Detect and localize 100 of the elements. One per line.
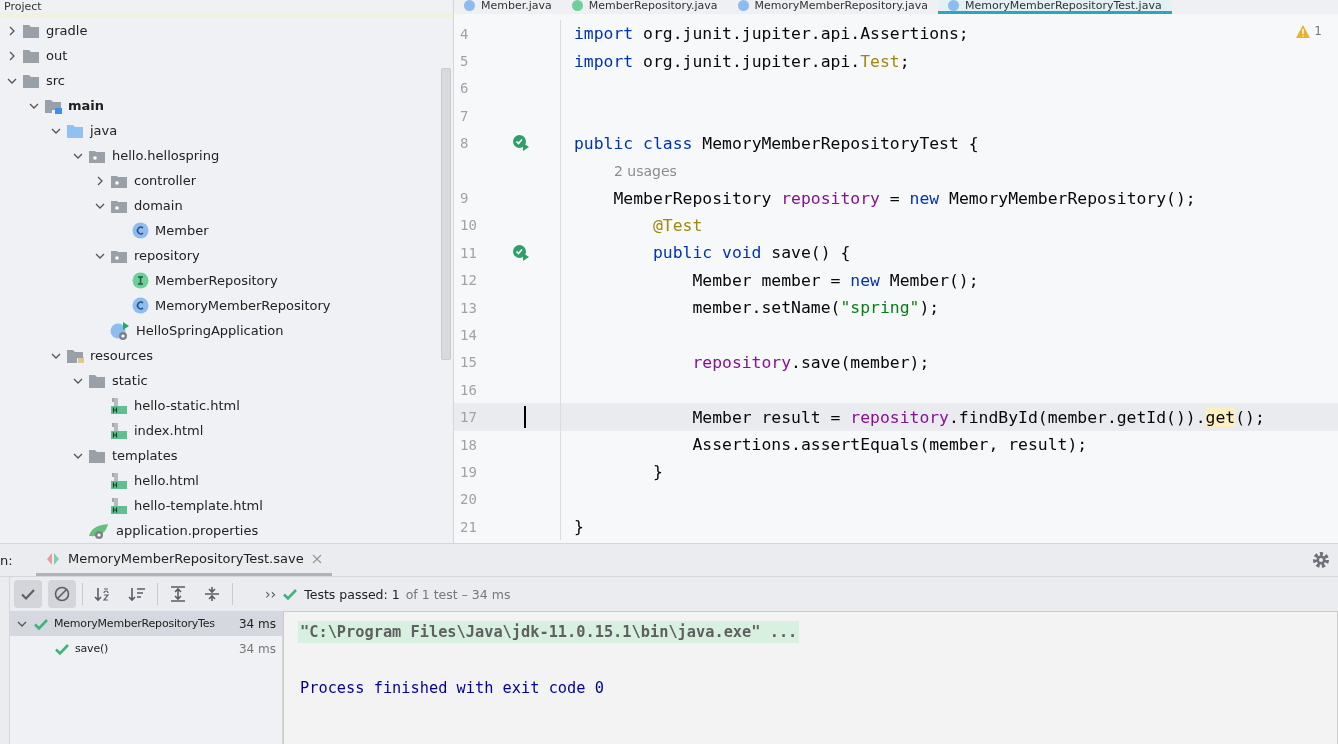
tree-item[interactable]: application.properties [116,523,259,538]
sort-duration-icon [128,586,146,602]
line-number: 5 [459,53,470,70]
test-row[interactable]: MemoryMemberRepositoryTes 34 ms [10,611,282,636]
test-row[interactable]: save() 34 ms [10,636,282,661]
test-split-icon [46,551,60,566]
html-file-icon [110,396,128,415]
line-number: 20 [459,491,478,508]
folder-icon [22,72,40,89]
line-number: 15 [459,354,478,371]
tree-item[interactable]: hello.html [134,473,199,488]
class-icon [737,0,749,11]
line-number: 7 [459,107,470,124]
source-folder-icon [44,97,62,114]
sort-alpha-icon [94,586,112,602]
run-test-icon[interactable] [512,134,530,153]
code-line: member.setName("spring"); [691,298,940,318]
code-line: import org.junit.jupiter.api.Test; [574,51,910,71]
line-number: 19 [459,463,478,480]
code-line: Assertions.assertEquals(member, result); [691,435,1088,455]
collapse-all-icon [203,586,221,602]
code-line: Member member = new Member(); [691,270,979,290]
tests-status: Tests passed: 1 [304,586,400,602]
editor-tab[interactable]: MemoryMemberRepository.java [727,0,938,14]
line-number: 10 [459,217,478,234]
class-icon [947,0,959,11]
tree-item[interactable]: resources [90,348,153,363]
run-test-icon[interactable] [512,243,530,262]
line-number: 12 [459,272,478,289]
more-chevrons[interactable]: ›› [265,586,277,602]
warning-icon [1296,24,1311,38]
tree-item[interactable]: templates [112,448,178,463]
toolbar-button[interactable] [48,580,76,608]
line-number: 6 [459,80,470,97]
tree-item[interactable]: java [90,123,118,138]
folder-icon [66,122,84,139]
folder-icon [88,447,106,464]
tree-item[interactable]: MemoryMemberRepository [155,298,331,313]
html-file-icon [110,471,128,490]
folder-icon [22,22,40,39]
line-number: 11 [459,244,478,261]
tests-summary: of 1 test – 34 ms [405,586,511,602]
tree-item[interactable]: repository [134,248,200,263]
editor-tab[interactable]: Member.java [454,0,562,14]
console-line: Process finished with exit code 0 [299,678,605,699]
class-icon [132,222,149,239]
tree-item[interactable]: index.html [134,423,204,438]
line-number: 14 [459,327,478,343]
line-number: 8 [459,135,470,152]
tree-item[interactable]: hello-static.html [134,398,240,413]
code-line: repository.save(member); [691,352,930,372]
line-number: 21 [459,518,478,535]
tree-item[interactable]: HelloSpringApplication [136,323,284,338]
code-line: MemberRepository repository = new MemoryMemberRepository(); [612,188,1196,208]
tree-item[interactable]: hello-template.html [134,498,263,513]
tree-item[interactable]: main [68,98,105,113]
run-label: n: [0,552,14,568]
settings-icon[interactable] [1312,551,1330,569]
warning-count[interactable]: 1 [1314,24,1322,38]
class-run-icon [110,320,130,341]
code-line: @Test [651,215,703,235]
code-line: import org.junit.jupiter.api.Assertions; [574,24,969,44]
editor-tab[interactable]: MemoryMemberRepositoryTest.java [937,0,1172,14]
class-icon [464,0,475,11]
tree-item[interactable]: Member [155,223,209,238]
scrollbar-thumb[interactable] [441,68,451,360]
code-line: public void save() { [651,243,851,263]
code-line: Member result = repository.findById(member.getId()).get(); [691,407,1265,427]
run-tab[interactable]: MemoryMemberRepositoryTest.save [36,544,332,576]
html-file-icon [110,496,128,515]
toolbar-button[interactable] [14,580,42,608]
code-line: public class MemoryMemberRepositoryTest { [574,133,979,153]
resources-folder-icon [66,347,84,364]
line-number: 18 [459,436,478,453]
folder-icon [88,372,106,389]
text-cursor [524,406,526,429]
forbidden-icon [54,586,70,602]
line-number: 13 [459,299,478,316]
tree-item[interactable]: static [112,373,148,388]
editor-tab[interactable]: MemberRepository.java [561,0,728,14]
code-line: } [651,462,663,482]
folder-icon [22,47,40,64]
line-number: 17 [459,409,478,426]
tree-item[interactable]: out [46,48,68,63]
interface-icon [132,272,149,289]
expand-all-icon [169,586,187,602]
tree-item[interactable]: src [46,73,65,88]
interface-icon [571,0,583,11]
tree-item[interactable]: domain [134,198,183,213]
tree-item[interactable]: gradle [46,23,88,38]
html-file-icon [110,421,128,440]
line-number: 4 [459,25,470,42]
class-icon [132,297,149,314]
tree-item[interactable]: controller [134,173,197,188]
tree-item[interactable]: hello.hellospring [112,148,220,163]
panel-title[interactable]: Project [4,0,437,13]
code-line: } [574,517,584,537]
tree-item[interactable]: MemberRepository [155,273,278,288]
spring-leaf-icon [88,521,110,540]
line-number: 16 [459,381,478,398]
